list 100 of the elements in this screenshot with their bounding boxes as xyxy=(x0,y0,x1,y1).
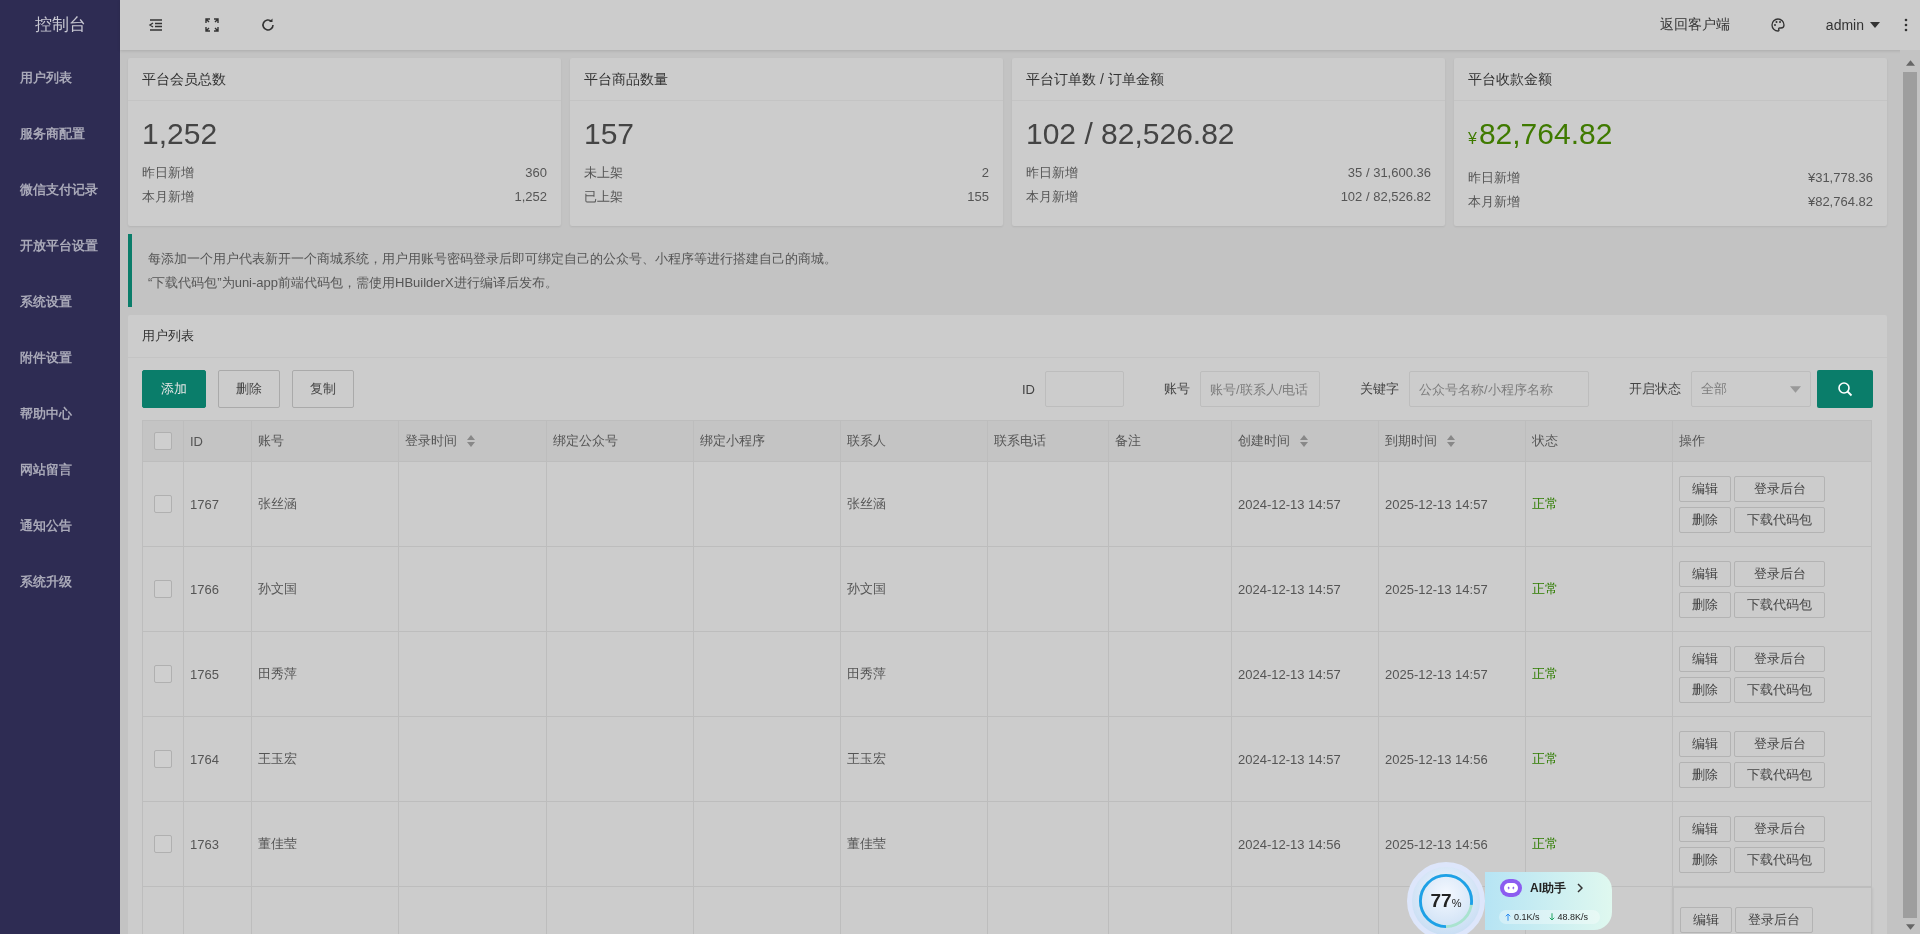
row-checkbox[interactable] xyxy=(154,495,172,513)
toolbar-button[interactable]: 删除 xyxy=(218,370,280,408)
caret-icon xyxy=(1870,22,1880,28)
table-cell: 王玉宏 xyxy=(840,716,988,802)
table-cell: 张丝涵 xyxy=(251,461,399,547)
table-cell: 1767 xyxy=(183,461,252,547)
table-cell: 正常 xyxy=(1525,461,1673,547)
row-action-button[interactable]: 删除 xyxy=(1679,846,1731,873)
stat-value: 1,252 xyxy=(142,116,219,152)
sort-icon[interactable] xyxy=(467,435,475,447)
table-cell: 1764 xyxy=(183,716,252,802)
column-label: 登录时间 xyxy=(405,432,457,450)
stat-label: 昨日新增 xyxy=(1468,169,1520,187)
row-action-button[interactable]: 删除 xyxy=(1679,591,1731,618)
column-label: 联系电话 xyxy=(994,432,1046,450)
row-action-button[interactable]: 删除 xyxy=(1679,676,1731,703)
row-action-button[interactable]: 编辑 xyxy=(1679,475,1731,502)
stat-number: ¥82,764.82 xyxy=(1807,193,1873,211)
column-label: 创建时间 xyxy=(1238,432,1290,450)
stat-number: 102 / 82,526.82 xyxy=(1340,188,1431,206)
chevron-icon xyxy=(1577,883,1583,893)
stat-number: 35 / 31,600.36 xyxy=(1347,164,1431,182)
row-action-button[interactable]: 编辑 xyxy=(1679,815,1731,842)
stat-number: ¥31,778.36 xyxy=(1807,169,1873,187)
table-cell: 2024-12-13 14:57 xyxy=(1231,461,1379,547)
row-action-button[interactable]: 编辑 xyxy=(1679,730,1731,757)
scroll-down-icon[interactable] xyxy=(1905,924,1915,930)
table-cell: 孙文国 xyxy=(251,546,399,632)
row-action-button[interactable]: 删除 xyxy=(1679,506,1731,533)
client-link[interactable]: 返回客户端 xyxy=(1659,16,1730,34)
notice-text: “下载代码包”为uni-app前端代码包，需使用HBuilderX进行编译后发布。 xyxy=(148,274,559,292)
row-action-button[interactable]: 编辑 xyxy=(1679,560,1731,587)
row-action-button[interactable]: 登录后台 xyxy=(1735,907,1813,933)
table-cell: 张丝涵 xyxy=(840,461,988,547)
column-label: 状态 xyxy=(1532,432,1558,450)
stat-number: 2 xyxy=(981,164,989,182)
sort-icon[interactable] xyxy=(1300,435,1308,447)
table-cell: 2024-12-13 14:57 xyxy=(1231,546,1379,632)
table-cell: 董佳莹 xyxy=(840,801,988,887)
table-cell: 2025-12-13 14:57 xyxy=(1378,461,1526,547)
refresh-icon[interactable] xyxy=(260,17,276,33)
table-cell: 田秀萍 xyxy=(840,631,988,717)
search-button[interactable] xyxy=(1817,370,1873,408)
percent-text: 77% xyxy=(1430,890,1462,912)
row-action-button[interactable]: 登录后台 xyxy=(1734,560,1825,587)
row-checkbox[interactable] xyxy=(154,750,172,768)
stat-label: 已上架 xyxy=(584,188,623,206)
toolbar-button[interactable]: 添加 xyxy=(142,370,206,408)
row-action-button[interactable]: 删除 xyxy=(1679,761,1731,788)
toolbar-button[interactable]: 复制 xyxy=(292,370,354,408)
scrollbar-thumb[interactable] xyxy=(1903,72,1917,918)
stat-number: 1,252 xyxy=(514,188,547,206)
table-cell: 王玉宏 xyxy=(251,716,399,802)
row-action-button[interactable]: 编辑 xyxy=(1680,907,1732,933)
sort-icon[interactable] xyxy=(1447,435,1455,447)
search-icon xyxy=(1837,381,1853,397)
column-label: 账号 xyxy=(258,432,284,450)
row-action-button[interactable]: 编辑 xyxy=(1679,645,1731,672)
more-icon[interactable] xyxy=(1904,17,1908,33)
row-checkbox[interactable] xyxy=(154,835,172,853)
sidebar-item[interactable]: 服务商配置 xyxy=(0,106,120,162)
sidebar-item[interactable]: 附件设置 xyxy=(0,330,120,386)
table-cell: 2025-12-13 14:56 xyxy=(1378,716,1526,802)
sidebar-item[interactable]: 微信支付记录 xyxy=(0,162,120,218)
palette-icon[interactable] xyxy=(1769,17,1786,33)
sidebar-item[interactable]: 系统升级 xyxy=(0,554,120,610)
filter-input[interactable]: 公众号名称/小程序名称 xyxy=(1409,371,1589,407)
row-checkbox[interactable] xyxy=(154,580,172,598)
row-action-button[interactable]: 下载代码包 xyxy=(1734,591,1825,618)
scroll-up-icon[interactable] xyxy=(1905,60,1915,66)
stat-label: 昨日新增 xyxy=(1026,164,1078,182)
table-cell: 正常 xyxy=(1525,716,1673,802)
sidebar-item[interactable]: 系统设置 xyxy=(0,274,120,330)
sidebar-item[interactable]: 用户列表 xyxy=(0,50,120,106)
row-action-button[interactable]: 下载代码包 xyxy=(1734,761,1825,788)
row-action-button[interactable]: 登录后台 xyxy=(1734,645,1825,672)
filter-label: 账号 xyxy=(1164,380,1190,398)
row-action-button[interactable]: 下载代码包 xyxy=(1734,506,1825,533)
table-cell: 正常 xyxy=(1525,631,1673,717)
upload-speed: 0.1K/s xyxy=(1514,912,1540,922)
fullscreen-icon[interactable] xyxy=(204,17,220,33)
table-cell: 田秀萍 xyxy=(251,631,399,717)
table-cell: 1763 xyxy=(183,801,252,887)
sidebar-item[interactable]: 网站留言 xyxy=(0,442,120,498)
menu-icon[interactable] xyxy=(148,17,164,33)
stat-label: 本月新增 xyxy=(1468,193,1520,211)
row-checkbox[interactable] xyxy=(154,665,172,683)
sidebar-item[interactable]: 开放平台设置 xyxy=(0,218,120,274)
row-action-button[interactable]: 登录后台 xyxy=(1734,815,1825,842)
filter-input[interactable]: 账号/联系人/电话 xyxy=(1200,371,1320,407)
sidebar-item[interactable]: 帮助中心 xyxy=(0,386,120,442)
user-menu[interactable]: admin xyxy=(1825,17,1880,33)
stat-value: ¥82,764.82 xyxy=(1468,116,1614,152)
select-all-checkbox[interactable] xyxy=(154,432,172,450)
row-action-button[interactable]: 登录后台 xyxy=(1734,730,1825,757)
row-action-button[interactable]: 下载代码包 xyxy=(1734,846,1825,873)
stat-label: 本月新增 xyxy=(1026,188,1078,206)
row-action-button[interactable]: 下载代码包 xyxy=(1734,676,1825,703)
sidebar-item[interactable]: 通知公告 xyxy=(0,498,120,554)
row-action-button[interactable]: 登录后台 xyxy=(1734,475,1825,502)
